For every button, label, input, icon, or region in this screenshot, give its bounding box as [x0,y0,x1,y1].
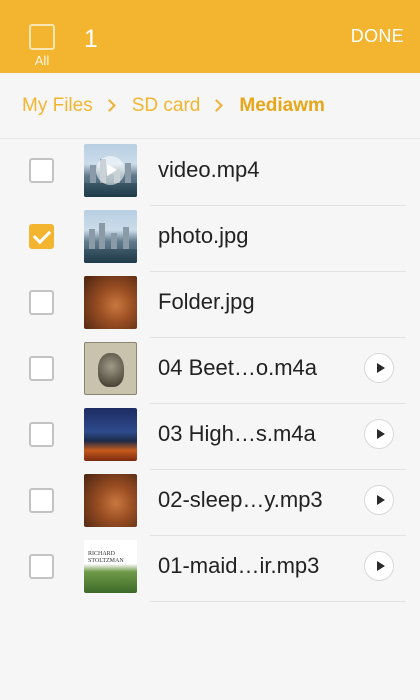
list-item[interactable]: 02-sleep…y.mp3 [0,470,420,536]
album-art-thumbnail: RICHARD STOLTZMAN [84,540,137,593]
selection-action-bar: All 1 DONE [0,0,420,73]
breadcrumb-mediawm: Mediawm [239,94,325,116]
item-checkbox[interactable] [29,422,54,447]
list-item[interactable]: 03 High…s.m4a [0,404,420,470]
album-art-text: RICHARD STOLTZMAN [88,551,124,564]
file-name: 04 Beet…o.m4a [158,355,317,380]
done-button[interactable]: DONE [351,26,404,47]
list-item[interactable]: RICHARD STOLTZMAN 01-maid…ir.mp3 [0,536,420,602]
list-item[interactable]: photo.jpg [0,206,420,272]
file-name: 02-sleep…y.mp3 [158,487,323,512]
item-checkbox[interactable] [29,290,54,315]
album-art-thumbnail [84,408,137,461]
selected-count: 1 [84,25,98,53]
item-checkbox[interactable] [29,488,54,513]
item-checkbox[interactable] [29,158,54,183]
video-thumbnail [84,144,137,197]
item-checkbox[interactable] [29,356,54,381]
chevron-right-icon [102,99,116,112]
file-name: Folder.jpg [158,289,255,314]
breadcrumb-sd-card[interactable]: SD card [132,95,201,117]
file-list: video.mp4 photo.jpg Folder.jpg 04 Beet…o… [0,140,420,602]
file-name: 03 High…s.m4a [158,421,316,446]
video-play-icon [96,156,125,185]
album-art-thumbnail [84,474,137,527]
select-all-checkbox[interactable] [29,24,55,50]
chevron-right-icon [210,99,224,112]
play-icon[interactable] [364,419,394,449]
play-icon[interactable] [364,353,394,383]
select-all-label: All [34,53,50,68]
item-checkbox-checked[interactable] [29,224,54,249]
list-item[interactable]: 04 Beet…o.m4a [0,338,420,404]
file-name: video.mp4 [158,157,260,182]
album-art-thumbnail [84,342,137,395]
breadcrumb: My Files SD card Mediawm [0,73,420,139]
folder-art-thumbnail [84,276,137,329]
list-item[interactable]: Folder.jpg [0,272,420,338]
play-icon[interactable] [364,551,394,581]
item-checkbox[interactable] [29,554,54,579]
list-item[interactable]: video.mp4 [0,140,420,206]
file-name: 01-maid…ir.mp3 [158,553,320,578]
file-name: photo.jpg [158,223,249,248]
breadcrumb-my-files[interactable]: My Files [22,95,93,117]
play-icon[interactable] [364,485,394,515]
photo-thumbnail [84,210,137,263]
